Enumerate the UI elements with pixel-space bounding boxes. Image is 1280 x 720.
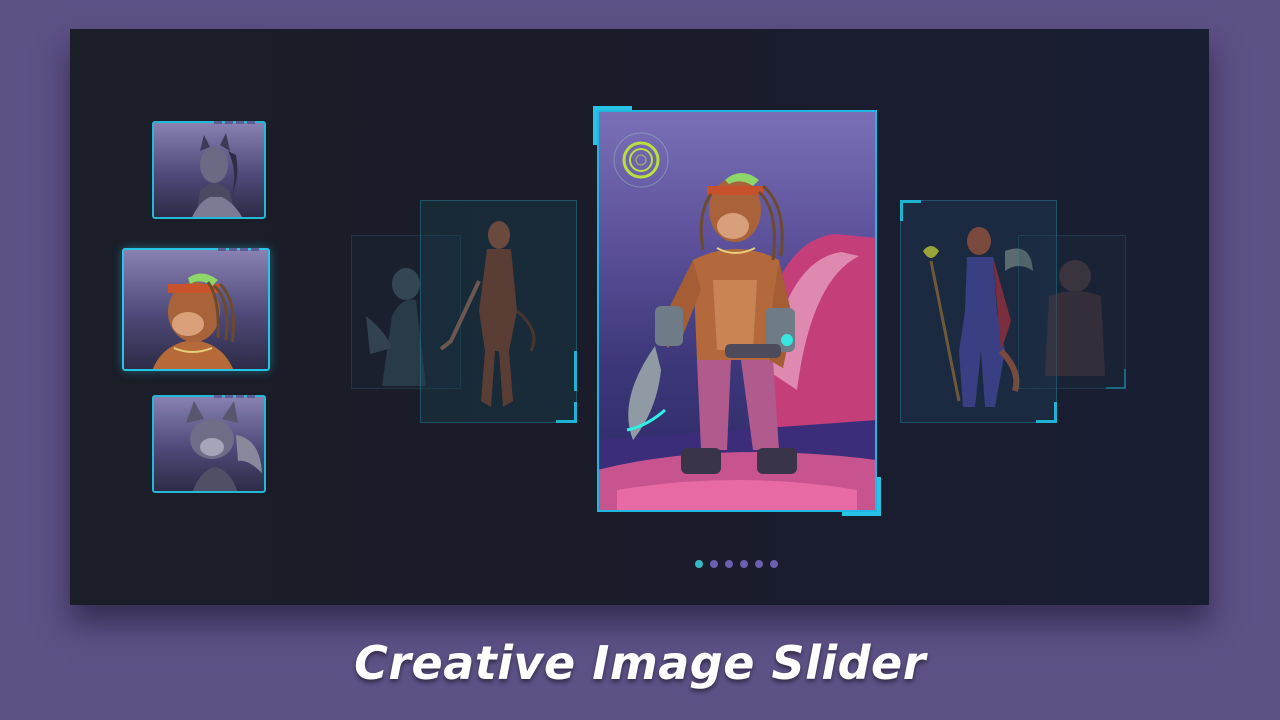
pagination-dot[interactable] xyxy=(710,560,718,568)
thumbnail-tabs xyxy=(218,248,262,251)
beast-warrior-figure xyxy=(1045,260,1105,376)
thumbnail-panther-woman[interactable] xyxy=(152,121,266,219)
pagination-dot[interactable] xyxy=(695,560,703,568)
card-corner xyxy=(900,200,921,221)
target-icon xyxy=(613,132,669,188)
slide-beast-warrior[interactable] xyxy=(1018,235,1126,389)
card-corner xyxy=(574,351,577,391)
page-caption: Creative Image Slider xyxy=(354,636,926,690)
pagination-dot[interactable] xyxy=(755,560,763,568)
thumbnail-fox-girl[interactable] xyxy=(152,395,266,493)
thumbnail-tabs xyxy=(214,121,258,124)
panther-woman-figure xyxy=(439,221,536,407)
pagination-dot[interactable] xyxy=(740,560,748,568)
card-corner xyxy=(556,402,577,423)
thumbnail-frame xyxy=(152,395,266,493)
card-corner xyxy=(1106,369,1126,389)
slide-panther-woman[interactable] xyxy=(420,200,577,423)
thumbnail-tabs xyxy=(214,395,258,398)
slider-stage xyxy=(70,29,1209,605)
thumbnail-frame xyxy=(122,248,270,371)
pagination-dot[interactable] xyxy=(725,560,733,568)
thumbnail-frame xyxy=(152,121,266,219)
thumbnail-monkey-warrior[interactable] xyxy=(122,248,270,371)
slide-monkey-warrior[interactable] xyxy=(597,110,877,512)
pagination-dot[interactable] xyxy=(770,560,778,568)
pagination xyxy=(695,560,778,568)
card-corner xyxy=(1036,402,1057,423)
